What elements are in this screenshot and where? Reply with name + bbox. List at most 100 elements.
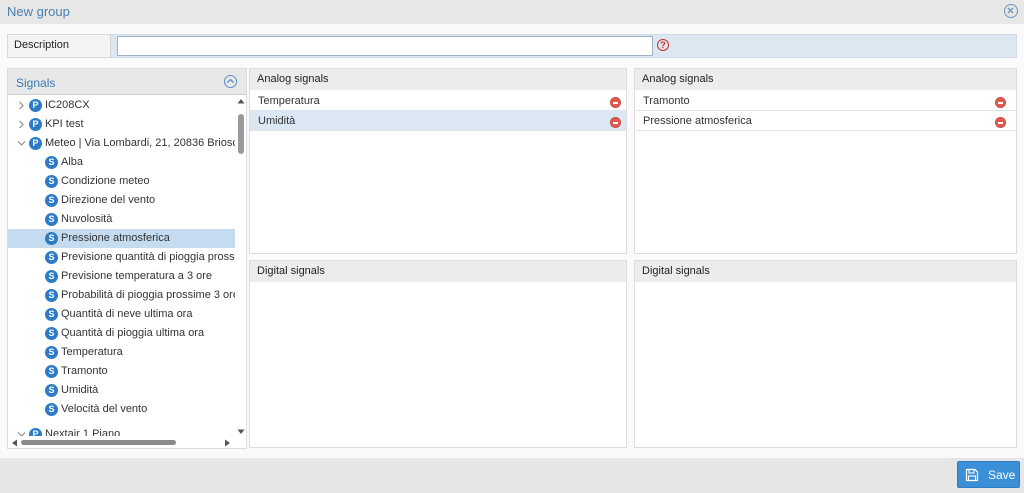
tree-leaf[interactable]: S Temperatura [8,343,235,362]
left-digital-signals-box: Digital signals [249,260,627,448]
tree-leaf-label: Quantità di pioggia ultima ora [61,327,205,339]
tree-leaf[interactable]: S Direzione del vento [8,191,235,210]
scroll-right-icon[interactable] [224,439,231,447]
tree-leaf[interactable]: S Condizione meteo [8,172,235,191]
tree-leaf[interactable]: S Umidità [8,381,235,400]
vertical-scroll-thumb[interactable] [238,114,244,154]
tree-leaf-label: Alba [61,156,84,168]
analog-signal-label: Tramonto [643,95,690,107]
s-badge-icon: S [45,156,58,169]
s-badge-icon: S [45,365,58,378]
title-bar: New group [0,0,1024,24]
tree-leaf[interactable]: S Quantità di pioggia ultima ora [8,324,235,343]
signals-panel: Signals P IC208CX P KPI test P Meteo | V… [7,68,247,449]
tree-leaf[interactable]: S Quantità di neve ultima ora [8,305,235,324]
tree-leaf[interactable]: S Nuvolosità [8,210,235,229]
s-badge-icon: S [45,232,58,245]
tree-leaf-label: Nuvolosità [61,213,113,225]
save-button-label: Save [988,468,1016,482]
window-title: New group [7,4,70,19]
s-badge-icon: S [45,289,58,302]
chevron-right-icon[interactable] [18,101,25,110]
chevron-right-icon[interactable] [18,120,25,129]
s-badge-icon: S [45,270,58,283]
tree-node-label: IC208CX [45,99,90,111]
save-button[interactable]: Save [957,461,1020,488]
s-badge-icon: S [45,308,58,321]
signals-tree: P IC208CX P KPI test P Meteo | Via Lomba… [8,96,235,436]
tree-node-nextair[interactable]: P Nextair 1 Piano [8,425,235,436]
description-input[interactable] [117,36,653,56]
analog-signal-label: Umidità [258,115,296,127]
scroll-up-icon[interactable] [236,97,246,105]
horizontal-scrollbar[interactable] [8,437,236,448]
s-badge-icon: S [45,403,58,416]
horizontal-scroll-thumb[interactable] [21,440,176,445]
right-analog-header: Analog signals [635,69,1016,90]
scroll-left-icon[interactable] [11,439,18,447]
tree-leaf-label: Direzione del vento [61,194,156,206]
help-icon[interactable]: ? [657,39,669,51]
dialog-footer: Save [0,458,1024,493]
tree-leaf-label: Previsione temperatura a 3 ore [61,270,213,282]
analog-signal-row-selected[interactable]: Umidità [250,111,626,131]
tree-leaf-label: Umidità [61,384,99,396]
tree-node-label: KPI test [45,118,84,130]
scroll-down-icon[interactable] [236,428,246,436]
description-label: Description [8,35,111,57]
s-badge-icon: S [45,175,58,188]
remove-icon[interactable] [610,97,621,108]
chevron-down-icon[interactable] [17,431,26,436]
right-digital-signals-box: Digital signals [634,260,1017,448]
tree-leaf[interactable]: S Probabilità di pioggia prossime 3 ore [8,286,235,305]
tree-leaf-label: Quantità di neve ultima ora [61,308,193,320]
vertical-scrollbar[interactable] [236,96,246,436]
tree-leaf-label: Tramonto [61,365,108,377]
tree-leaf[interactable]: S Previsione temperatura a 3 ore [8,267,235,286]
analog-signal-row[interactable]: Pressione atmosferica [635,111,1016,131]
tree-leaf-selected[interactable]: S Pressione atmosferica [8,229,235,248]
left-analog-header: Analog signals [250,69,626,90]
p-badge-icon: P [29,118,42,131]
analog-signal-label: Temperatura [258,95,320,107]
tree-node-kpi-test[interactable]: P KPI test [8,115,235,134]
p-badge-icon: P [29,428,42,436]
remove-icon[interactable] [610,117,621,128]
p-badge-icon: P [29,99,42,112]
analog-signal-row[interactable]: Tramonto [635,91,1016,111]
analog-signal-row[interactable]: Temperatura [250,91,626,111]
s-badge-icon: S [45,213,58,226]
remove-icon[interactable] [995,117,1006,128]
tree-leaf[interactable]: S Tramonto [8,362,235,381]
tree-leaf-label: Probabilità di pioggia prossime 3 ore [61,289,235,301]
s-badge-icon: S [45,327,58,340]
tree-node-ic208cx[interactable]: P IC208CX [8,96,235,115]
analog-signal-label: Pressione atmosferica [643,115,752,127]
floppy-disk-icon [965,468,979,482]
remove-icon[interactable] [995,97,1006,108]
right-analog-signals-box: Analog signals Tramonto Pressione atmosf… [634,68,1017,254]
tree-node-meteo[interactable]: P Meteo | Via Lombardi, 21, 20836 Briosc… [8,134,235,153]
tree-leaf-label: Temperatura [61,346,123,358]
tree-leaf-label: Velocità del vento [61,403,148,415]
dialog-content: Description ? Signals P IC208CX P KPI te… [0,24,1024,458]
signals-title: Signals [16,76,56,90]
tree-node-label: Nextair 1 Piano [45,428,121,436]
tree-leaf-label: Pressione atmosferica [61,232,170,244]
left-digital-header: Digital signals [250,261,626,282]
tree-leaf[interactable]: S Velocità del vento [8,400,235,419]
s-badge-icon: S [45,194,58,207]
chevron-down-icon[interactable] [17,140,26,147]
signals-header: Signals [8,69,246,95]
s-badge-icon: S [45,384,58,397]
close-icon[interactable] [1004,4,1018,18]
tree-leaf[interactable]: S Alba [8,153,235,172]
description-row: Description ? [7,34,1017,58]
left-analog-signals-box: Analog signals Temperatura Umidità [249,68,627,254]
p-badge-icon: P [29,137,42,150]
s-badge-icon: S [45,346,58,359]
tree-leaf-label: Previsione quantità di pioggia prossime … [61,251,235,263]
tree-leaf[interactable]: S Previsione quantità di pioggia prossim… [8,248,235,267]
right-digital-header: Digital signals [635,261,1016,282]
collapse-icon[interactable] [224,75,237,88]
